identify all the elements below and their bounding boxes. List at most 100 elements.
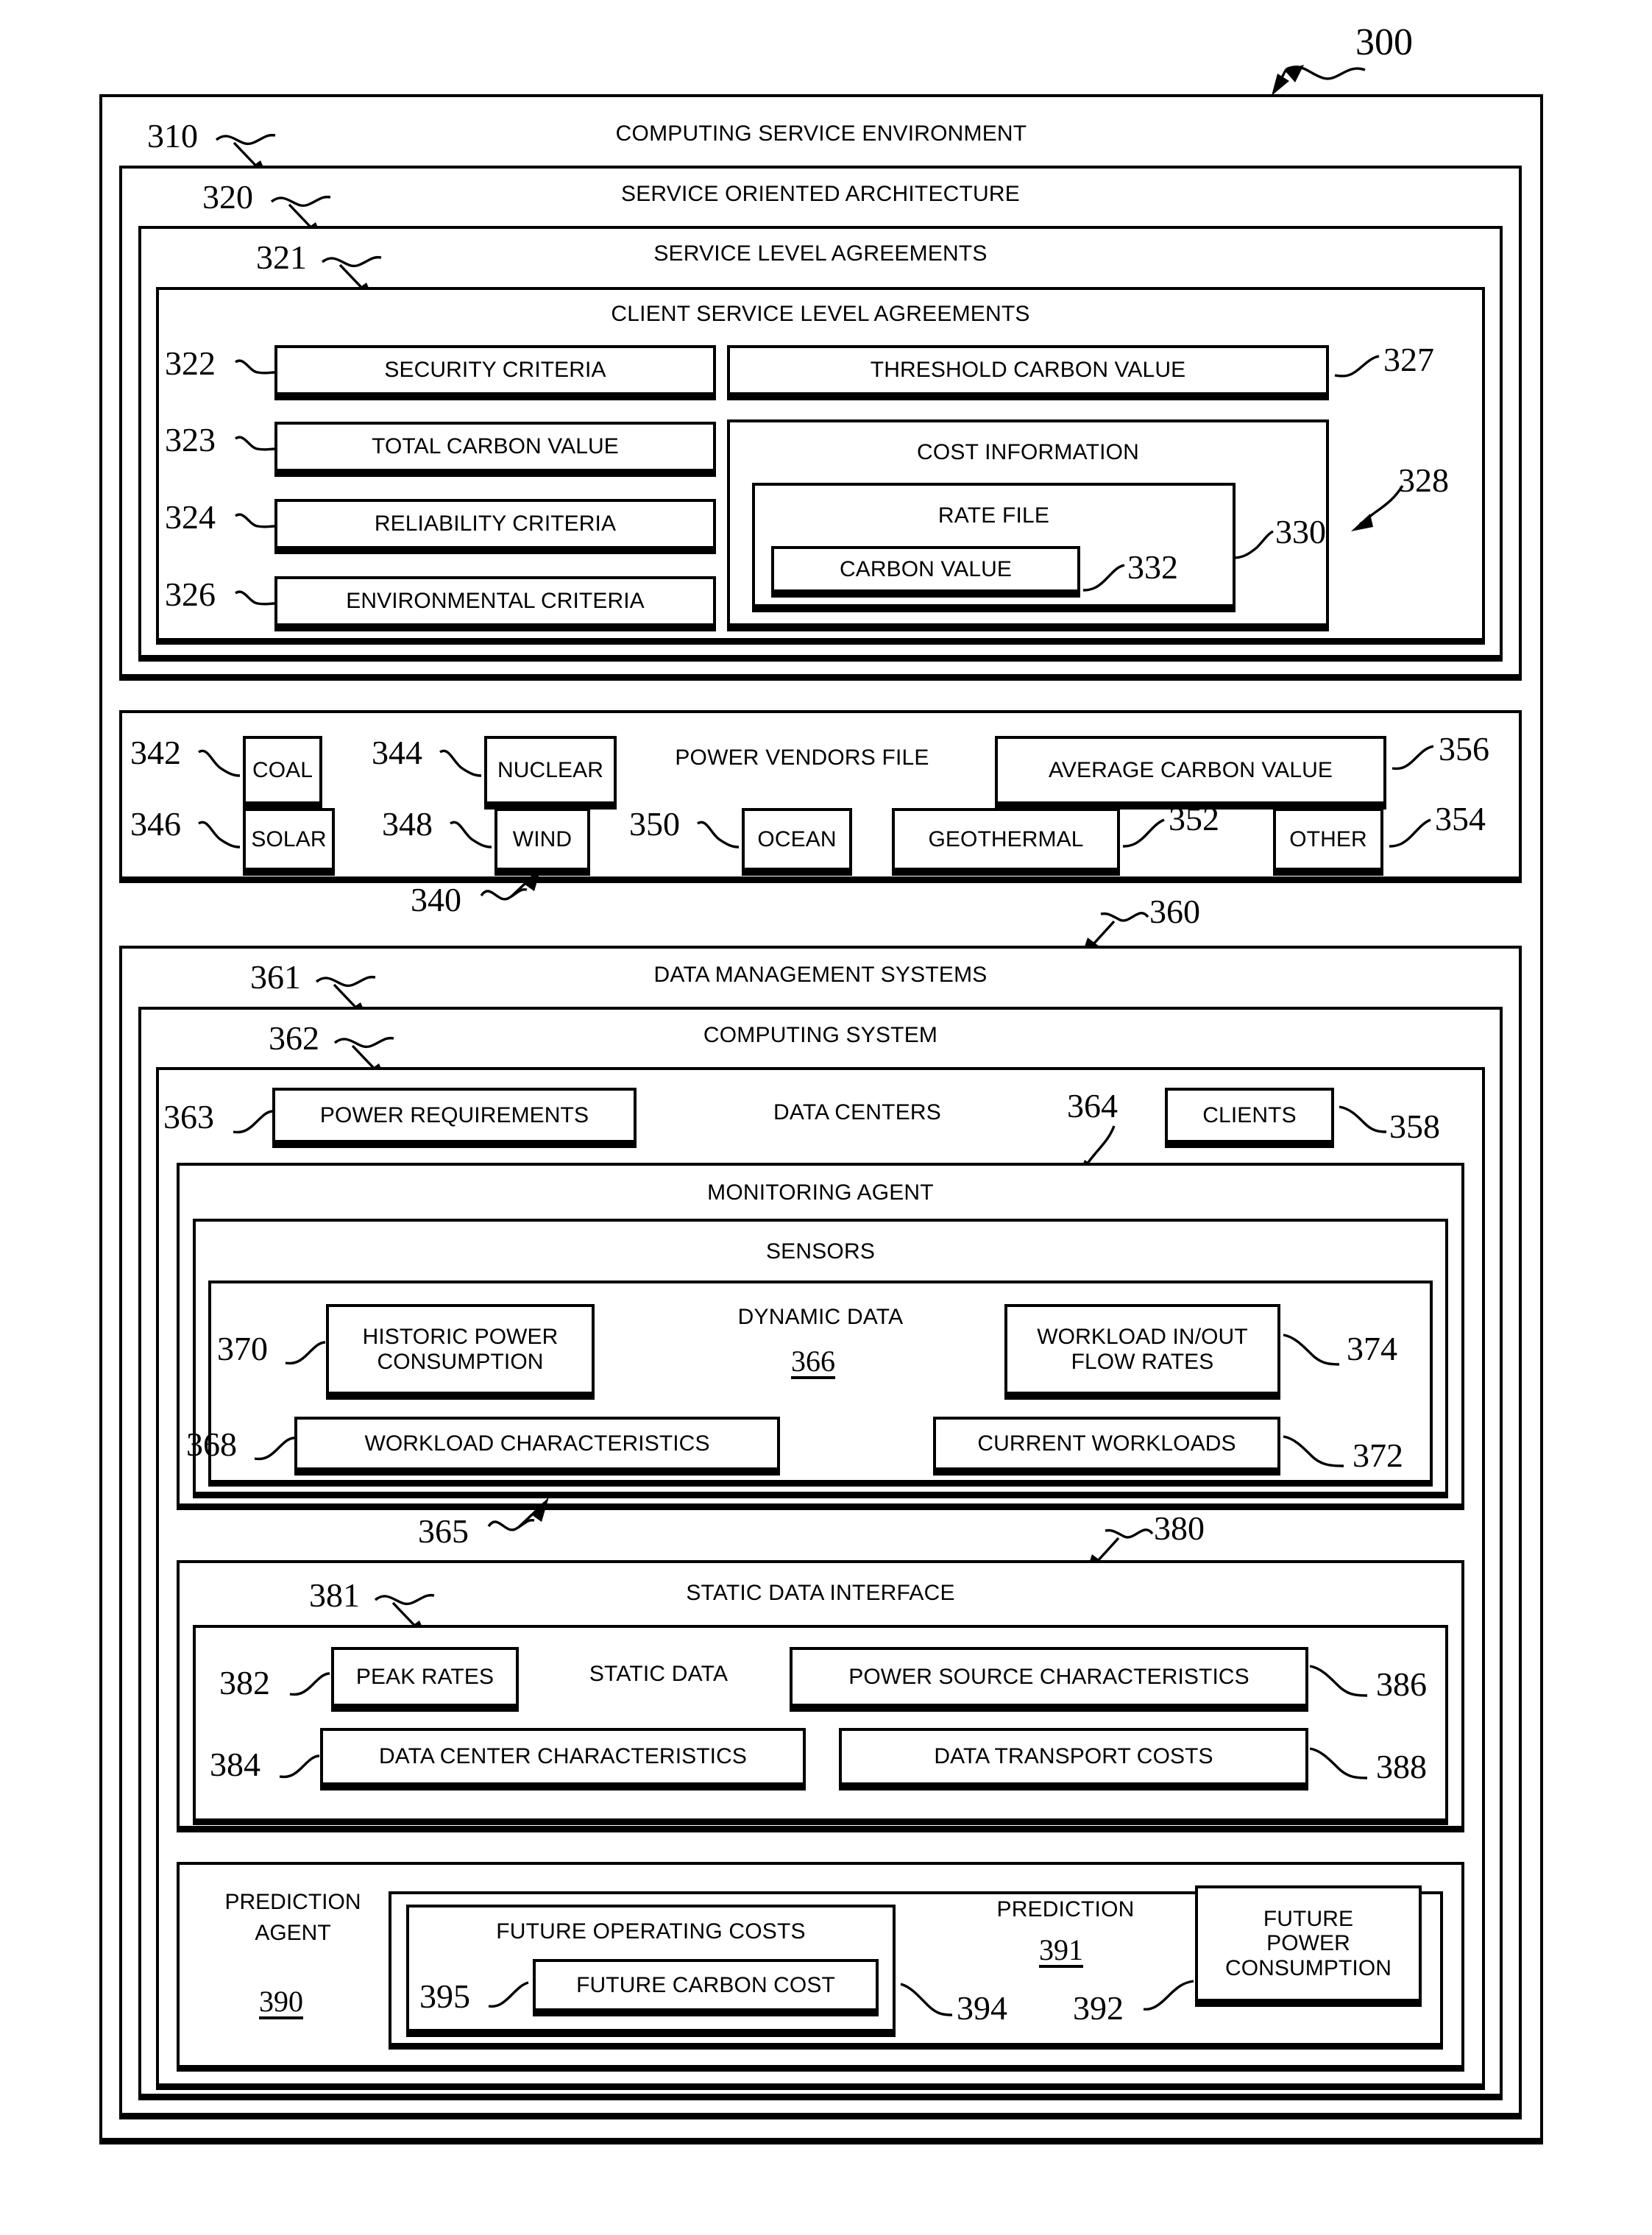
client-service-level-agreements-title: CLIENT SERVICE LEVEL AGREEMENTS — [611, 302, 1030, 326]
ref-363: 363 — [163, 1098, 214, 1136]
ref-326: 326 — [165, 575, 216, 613]
data-center-characteristics-box[interactable]: DATA CENTER CHARACTERISTICS — [320, 1728, 806, 1791]
ref-328: 328 — [1398, 461, 1449, 499]
ref-356: 356 — [1439, 730, 1489, 768]
carbon-value-box[interactable]: CARBON VALUE — [771, 546, 1080, 598]
prediction-title: PREDICTION — [996, 1897, 1135, 1921]
ref-348: 348 — [382, 805, 433, 843]
ref-330: 330 — [1275, 513, 1326, 550]
static-data-title: STATIC DATA — [589, 1662, 728, 1686]
ref-300: 300 — [1355, 21, 1413, 63]
environmental-criteria-label: ENVIRONMENTAL CRITERIA — [346, 589, 645, 614]
ref-388: 388 — [1376, 1748, 1427, 1785]
environmental-criteria-box[interactable]: ENVIRONMENTAL CRITERIA — [274, 576, 716, 631]
monitoring-agent-title: MONITORING AGENT — [707, 1180, 934, 1205]
coal-label: COAL — [252, 757, 313, 782]
wind-box[interactable]: WIND — [494, 808, 590, 876]
ref-380: 380 — [1154, 1509, 1205, 1547]
sensors-title: SENSORS — [765, 1239, 876, 1264]
other-box[interactable]: OTHER — [1273, 808, 1383, 876]
ref-324: 324 — [165, 498, 216, 536]
ref-327: 327 — [1383, 341, 1434, 378]
data-centers-title: DATA CENTERS — [773, 1100, 941, 1124]
future-power-consumption-line1: FUTURE — [1263, 1906, 1354, 1931]
reliability-criteria-box[interactable]: RELIABILITY CRITERIA — [274, 499, 716, 554]
clients-box[interactable]: CLIENTS — [1165, 1088, 1334, 1148]
workload-characteristics-box[interactable]: WORKLOAD CHARACTERISTICS — [294, 1417, 780, 1476]
ref-354: 354 — [1435, 800, 1486, 837]
ref-366: 366 — [791, 1345, 835, 1378]
peak-rates-box[interactable]: PEAK RATES — [331, 1647, 519, 1712]
static-data-interface-title: STATIC DATA INTERFACE — [686, 1581, 955, 1605]
ref-350: 350 — [629, 805, 680, 843]
coal-box[interactable]: COAL — [243, 736, 322, 810]
ref-361: 361 — [250, 958, 301, 996]
data-transport-costs-box[interactable]: DATA TRANSPORT COSTS — [839, 1728, 1308, 1791]
total-carbon-value-box[interactable]: TOTAL CARBON VALUE — [274, 422, 716, 477]
ref-362: 362 — [269, 1019, 319, 1057]
ref-364: 364 — [1067, 1087, 1118, 1124]
ocean-label: OCEAN — [757, 826, 837, 851]
ref-360: 360 — [1149, 893, 1200, 930]
ref-374: 374 — [1347, 1330, 1397, 1367]
nuclear-box[interactable]: NUCLEAR — [484, 736, 617, 810]
future-carbon-cost-box[interactable]: FUTURE CARBON COST — [533, 1959, 879, 2016]
ref-386: 386 — [1376, 1665, 1427, 1703]
historic-power-consumption-box[interactable]: HISTORIC POWER CONSUMPTION — [326, 1304, 595, 1400]
future-power-consumption-line2: POWER — [1266, 1931, 1350, 1956]
ocean-box[interactable]: OCEAN — [742, 808, 852, 876]
computing-system-title: COMPUTING SYSTEM — [703, 1023, 938, 1047]
ref-323: 323 — [165, 421, 216, 458]
carbon-value-label: CARBON VALUE — [839, 556, 1013, 581]
other-label: OTHER — [1289, 826, 1367, 851]
power-source-characteristics-box[interactable]: POWER SOURCE CHARACTERISTICS — [790, 1647, 1308, 1712]
threshold-carbon-value-box[interactable]: THRESHOLD CARBON VALUE — [727, 345, 1329, 400]
threshold-carbon-value-label: THRESHOLD CARBON VALUE — [870, 358, 1186, 383]
power-requirements-label: POWER REQUIREMENTS — [319, 1102, 589, 1127]
ref-370: 370 — [217, 1330, 268, 1367]
ref-321: 321 — [256, 238, 307, 276]
ref-342: 342 — [130, 734, 181, 771]
geothermal-label: GEOTHERMAL — [928, 826, 1084, 851]
average-carbon-value-box[interactable]: AVERAGE CARBON VALUE — [995, 736, 1386, 810]
solar-box[interactable]: SOLAR — [243, 808, 335, 876]
power-requirements-box[interactable]: POWER REQUIREMENTS — [272, 1088, 637, 1148]
historic-power-consumption-label: HISTORIC POWER CONSUMPTION — [362, 1324, 559, 1374]
future-power-consumption-box[interactable]: FUTURE POWER CONSUMPTION — [1195, 1885, 1422, 2007]
ref-368: 368 — [186, 1425, 237, 1463]
prediction-agent-title-line2: AGENT — [255, 1921, 331, 1945]
power-vendors-file-title: POWER VENDORS FILE — [675, 745, 929, 770]
geothermal-box[interactable]: GEOTHERMAL — [892, 808, 1120, 876]
solar-label: SOLAR — [251, 826, 327, 851]
cost-information-title: COST INFORMATION — [916, 440, 1140, 464]
peak-rates-label: PEAK RATES — [355, 1664, 494, 1689]
ref-372: 372 — [1353, 1437, 1403, 1474]
future-operating-costs-title: FUTURE OPERATING COSTS — [496, 1919, 806, 1944]
ref-332: 332 — [1127, 548, 1178, 586]
ref-391: 391 — [1039, 1933, 1083, 1966]
average-carbon-value-label: AVERAGE CARBON VALUE — [1049, 757, 1333, 782]
clients-label: CLIENTS — [1202, 1102, 1297, 1127]
workload-in-out-flow-rates-label: WORKLOAD IN/OUT FLOW RATES — [1037, 1324, 1248, 1374]
security-criteria-box[interactable]: SECURITY CRITERIA — [274, 345, 716, 400]
leader-300 — [1272, 65, 1366, 96]
prediction-agent-title-line1: PREDICTION — [224, 1890, 361, 1914]
future-carbon-cost-label: FUTURE CARBON COST — [576, 1972, 835, 1997]
workload-characteristics-label: WORKLOAD CHARACTERISTICS — [364, 1431, 710, 1456]
ref-390: 390 — [259, 1985, 303, 2018]
data-transport-costs-label: DATA TRANSPORT COSTS — [934, 1744, 1213, 1769]
data-management-systems-title: DATA MANAGEMENT SYSTEMS — [653, 963, 988, 987]
computing-service-environment-title: COMPUTING SERVICE ENVIRONMENT — [615, 121, 1027, 146]
data-center-characteristics-label: DATA CENTER CHARACTERISTICS — [379, 1744, 747, 1769]
rate-file-title: RATE FILE — [937, 503, 1050, 528]
ref-382: 382 — [219, 1664, 270, 1701]
current-workloads-label: CURRENT WORKLOADS — [977, 1431, 1236, 1456]
ref-320: 320 — [202, 178, 253, 216]
ref-394: 394 — [957, 1989, 1007, 2027]
ref-340: 340 — [411, 881, 461, 918]
ref-352: 352 — [1169, 800, 1219, 837]
ref-392: 392 — [1073, 1989, 1124, 2027]
reliability-criteria-label: RELIABILITY CRITERIA — [374, 511, 617, 536]
workload-in-out-flow-rates-box[interactable]: WORKLOAD IN/OUT FLOW RATES — [1004, 1304, 1280, 1400]
current-workloads-box[interactable]: CURRENT WORKLOADS — [933, 1417, 1280, 1476]
